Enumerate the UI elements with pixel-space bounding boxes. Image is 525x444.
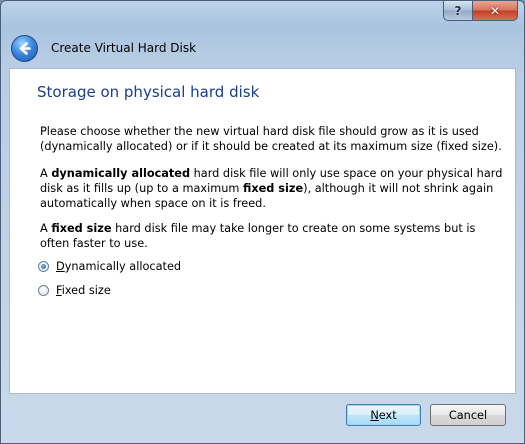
- wizard-header: Create Virtual Hard Disk: [9, 32, 516, 64]
- radio-label-text: ixed size: [61, 284, 111, 297]
- dynamic-explanation-paragraph: A dynamically allocated hard disk file w…: [40, 166, 508, 211]
- mnemonic-letter: N: [370, 408, 379, 422]
- paragraph-text: A: [40, 167, 52, 180]
- back-arrow-icon: [19, 41, 31, 55]
- help-icon: ?: [454, 3, 462, 18]
- mnemonic-letter: D: [56, 260, 65, 273]
- bold-term: dynamically allocated: [51, 167, 191, 180]
- next-button[interactable]: Next: [346, 404, 421, 426]
- description-paragraph: Please choose whether the new virtual ha…: [40, 125, 502, 153]
- button-bar: Next Cancel: [1, 395, 524, 443]
- bold-term: fixed size: [242, 182, 304, 195]
- help-button[interactable]: ?: [443, 1, 473, 21]
- fixed-explanation-paragraph: A fixed size hard disk file may take lon…: [40, 221, 508, 251]
- title-bar-controls: ? ✕: [443, 1, 518, 21]
- next-label: ext: [378, 408, 397, 422]
- close-icon: ✕: [489, 3, 501, 18]
- radio-button-unchecked[interactable]: [38, 285, 49, 296]
- wizard-page: Storage on physical hard disk Please cho…: [9, 68, 516, 394]
- radio-fixed-size[interactable]: Fixed size: [38, 284, 111, 297]
- radio-button-checked[interactable]: [38, 261, 49, 272]
- radio-label: Dynamically allocated: [56, 260, 181, 273]
- radio-label: Fixed size: [56, 284, 111, 297]
- close-button[interactable]: ✕: [473, 1, 518, 21]
- page-heading: Storage on physical hard disk: [37, 83, 260, 101]
- paragraph-text: A: [40, 222, 52, 235]
- bold-term: fixed size: [51, 222, 112, 235]
- radio-dynamically-allocated[interactable]: Dynamically allocated: [38, 260, 181, 273]
- cancel-label: Cancel: [448, 408, 488, 422]
- wizard-title: Create Virtual Hard Disk: [51, 41, 197, 55]
- dialog-window: ? ✕ Create Virtual Hard Disk Storage on …: [0, 0, 525, 444]
- back-button[interactable]: [11, 34, 38, 62]
- cancel-button[interactable]: Cancel: [430, 404, 506, 426]
- radio-dot: [41, 264, 46, 269]
- radio-label-text: ynamically allocated: [64, 260, 182, 273]
